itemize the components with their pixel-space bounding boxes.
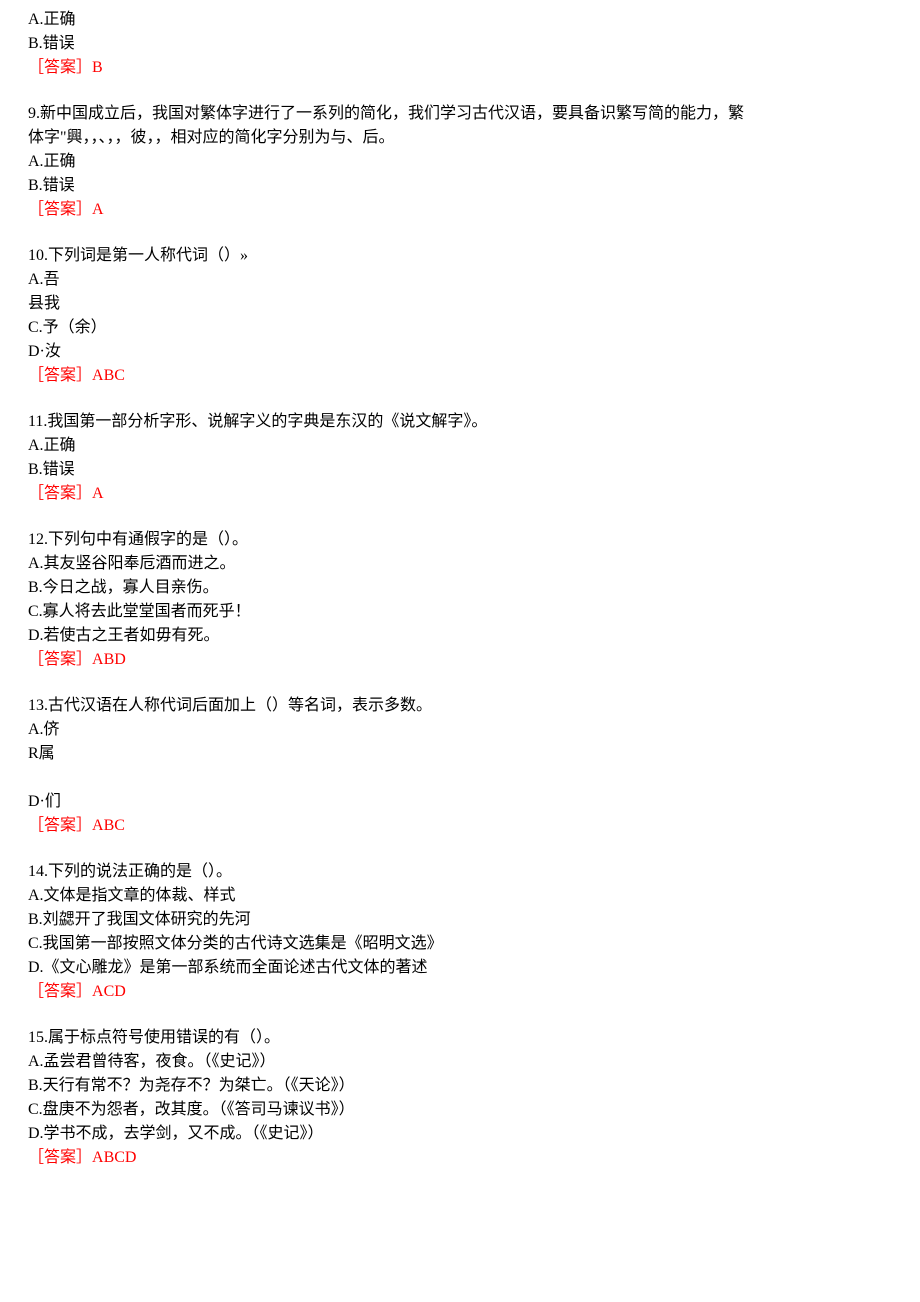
answer-label: ［答案］ bbox=[28, 983, 92, 1000]
option-b: B.天行有常不？为尧存不？为桀亡。（《天论》） bbox=[28, 1074, 892, 1098]
option-b: R属 bbox=[28, 742, 892, 766]
answer-label: ［答案］ bbox=[28, 651, 92, 668]
question-stem: 13.古代汉语在人称代词后面加上（）等名词，表示多数。 bbox=[28, 694, 892, 718]
answer-value: A bbox=[92, 485, 104, 502]
question-14: 14.下列的说法正确的是（）。 A.文体是指文章的体裁、样式 B.刘勰开了我国文… bbox=[28, 860, 892, 1004]
option-a: A.正确 bbox=[28, 434, 892, 458]
answer-line: ［答案］ABC bbox=[28, 814, 892, 838]
question-stem: 15.属于标点符号使用错误的有（）。 bbox=[28, 1026, 892, 1050]
answer-value: B bbox=[92, 59, 103, 76]
question-stem: 11.我国第一部分析字形、说解字义的字典是东汉的《说文解字》。 bbox=[28, 410, 892, 434]
answer-line: ［答案］A bbox=[28, 482, 892, 506]
option-b: B.错误 bbox=[28, 32, 892, 56]
option-a: A.文体是指文章的体裁、样式 bbox=[28, 884, 892, 908]
question-stem-line2: 体字"興，，、，，彼，，相对应的简化字分别为与、后。 bbox=[28, 126, 892, 150]
option-c: C.予（余） bbox=[28, 316, 892, 340]
answer-value: ACD bbox=[92, 983, 126, 1000]
answer-label: ［答案］ bbox=[28, 59, 92, 76]
option-a: A.侪 bbox=[28, 718, 892, 742]
answer-value: ABC bbox=[92, 367, 125, 384]
answer-line: ［答案］ABC bbox=[28, 364, 892, 388]
option-b: B.错误 bbox=[28, 174, 892, 198]
option-b: 县我 bbox=[28, 292, 892, 316]
option-d: D·们 bbox=[28, 790, 892, 814]
answer-label: ［答案］ bbox=[28, 817, 92, 834]
option-a: A.正确 bbox=[28, 8, 892, 32]
answer-value: ABD bbox=[92, 651, 126, 668]
answer-label: ［答案］ bbox=[28, 201, 92, 218]
blank-option-c bbox=[28, 766, 892, 790]
question-8: A.正确 B.错误 ［答案］B bbox=[28, 8, 892, 80]
option-d: D·汝 bbox=[28, 340, 892, 364]
document-page: A.正确 B.错误 ［答案］B 9.新中国成立后，我国对繁体字进行了一系列的简化… bbox=[0, 0, 920, 1302]
option-b: B.今日之战，寡人目亲伤。 bbox=[28, 576, 892, 600]
option-b: B.刘勰开了我国文体研究的先河 bbox=[28, 908, 892, 932]
option-d: D.学书不成，去学剑，又不成。（《史记》） bbox=[28, 1122, 892, 1146]
question-stem: 10.下列词是第一人称代词（）» bbox=[28, 244, 892, 268]
question-stem: 14.下列的说法正确的是（）。 bbox=[28, 860, 892, 884]
option-c: C.我国第一部按照文体分类的古代诗文选集是《昭明文选》 bbox=[28, 932, 892, 956]
option-d: D.若使古之王者如毋有死。 bbox=[28, 624, 892, 648]
answer-line: ［答案］ACD bbox=[28, 980, 892, 1004]
answer-line: ［答案］ABCD bbox=[28, 1146, 892, 1170]
answer-line: ［答案］B bbox=[28, 56, 892, 80]
answer-value: A bbox=[92, 201, 104, 218]
question-stem-line1: 9.新中国成立后，我国对繁体字进行了一系列的简化，我们学习古代汉语，要具备识繁写… bbox=[28, 102, 892, 126]
answer-label: ［答案］ bbox=[28, 485, 92, 502]
question-stem: 12.下列句中有通假字的是（）。 bbox=[28, 528, 892, 552]
answer-line: ［答案］A bbox=[28, 198, 892, 222]
question-10: 10.下列词是第一人称代词（）» A.吾 县我 C.予（余） D·汝 ［答案］A… bbox=[28, 244, 892, 388]
option-a: A.正确 bbox=[28, 150, 892, 174]
answer-line: ［答案］ABD bbox=[28, 648, 892, 672]
answer-label: ［答案］ bbox=[28, 1149, 92, 1166]
option-c: C.盘庚不为怨者，改其度。（《答司马谏议书》） bbox=[28, 1098, 892, 1122]
question-9: 9.新中国成立后，我国对繁体字进行了一系列的简化，我们学习古代汉语，要具备识繁写… bbox=[28, 102, 892, 222]
option-b: B.错误 bbox=[28, 458, 892, 482]
option-d: D.《文心雕龙》是第一部系统而全面论述古代文体的著述 bbox=[28, 956, 892, 980]
answer-value: ABCD bbox=[92, 1149, 136, 1166]
answer-value: ABC bbox=[92, 817, 125, 834]
question-11: 11.我国第一部分析字形、说解字义的字典是东汉的《说文解字》。 A.正确 B.错… bbox=[28, 410, 892, 506]
question-13: 13.古代汉语在人称代词后面加上（）等名词，表示多数。 A.侪 R属 D·们 ［… bbox=[28, 694, 892, 838]
option-a: A.吾 bbox=[28, 268, 892, 292]
question-15: 15.属于标点符号使用错误的有（）。 A.孟尝君曾待客，夜食。（《史记》） B.… bbox=[28, 1026, 892, 1170]
question-12: 12.下列句中有通假字的是（）。 A.其友竖谷阳奉卮酒而进之。 B.今日之战，寡… bbox=[28, 528, 892, 672]
answer-label: ［答案］ bbox=[28, 367, 92, 384]
option-a: A.其友竖谷阳奉卮酒而进之。 bbox=[28, 552, 892, 576]
option-c: C.寡人将去此堂堂国者而死乎！ bbox=[28, 600, 892, 624]
option-a: A.孟尝君曾待客，夜食。（《史记》） bbox=[28, 1050, 892, 1074]
